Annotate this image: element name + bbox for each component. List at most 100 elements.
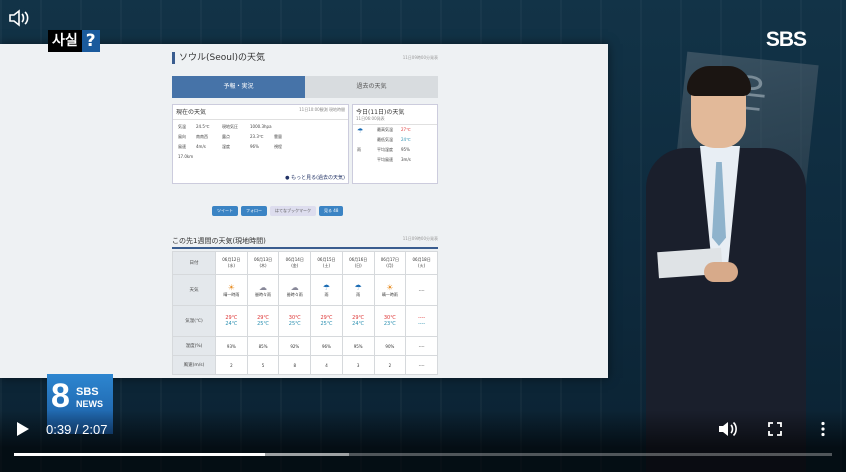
today-heading-text: 今日(11日)の天気: [356, 109, 405, 116]
anchor-hair: [687, 66, 751, 96]
table-row-weather: 天気 ☀ 晴一時雨 ☁ 曇時々雨 ☁ 曇時々雨 ☂ 雨 ☂ 雨 ☀ 晴一時雨 ----: [172, 274, 438, 306]
date-cell: 06月15日 (土): [310, 251, 343, 275]
date-text: 06月13日: [253, 257, 273, 262]
sun-icon: ☀: [227, 282, 235, 292]
anchor-hand: [704, 262, 738, 282]
volume-icon[interactable]: [718, 420, 738, 438]
weather-cell: ☁ 曇時々雨: [246, 274, 280, 306]
wind-value: 2: [230, 362, 233, 368]
current-cell: 風向: [178, 134, 186, 139]
current-heading-text: 現在の天気: [176, 109, 207, 116]
current-cell: 17.0km: [178, 154, 194, 159]
today-row-label: 平均風速: [377, 157, 393, 162]
date-cell: 06月14日 (金): [278, 251, 312, 275]
low-temp: 24℃: [352, 321, 365, 327]
current-cell: 視程: [274, 144, 282, 149]
progress-played: [14, 453, 266, 456]
wind-cell: 5: [246, 355, 280, 375]
temperature-cell: 29℃ 25℃: [246, 305, 280, 337]
humidity-cell: ----: [405, 336, 438, 356]
humidity-value: 90%: [385, 343, 395, 349]
wind-value: 8: [293, 362, 297, 368]
date-text: 06月14日: [285, 257, 304, 262]
share-button: はてなブックマーク: [270, 206, 316, 216]
week-forecast-title: この先1週間の天気(現地時間) 11日09時00分発表: [172, 236, 438, 249]
date-text: 06月15日: [317, 257, 336, 262]
sun-icon: ☀: [386, 282, 394, 292]
wind-value: 4: [325, 362, 328, 368]
day-of-week: (土): [322, 263, 331, 268]
day-of-week: (水): [227, 263, 235, 268]
page-title-text: ソウル(Seoul)の天気: [179, 53, 265, 63]
humidity-value: 85%: [258, 343, 268, 349]
current-cell: 24.5℃: [196, 124, 210, 129]
more-past-weather-link: ● もっと見る(過去の天気): [285, 175, 345, 181]
day-of-week: (金): [291, 263, 299, 268]
today-weather-text: 雨: [357, 147, 361, 152]
current-weather-section: 現在の天気 11日10:00観測 現地時間 気温 24.5℃ 現地気圧 1000.3h…: [172, 104, 438, 184]
more-options-icon[interactable]: [818, 421, 828, 437]
wind-cell: 3: [341, 355, 375, 375]
wind-value: 3: [356, 362, 360, 368]
wind-cell: 8: [278, 355, 312, 375]
current-cell: [274, 124, 304, 130]
date-cell: 06月17日 (月): [373, 251, 407, 275]
label-wind: 風速(m/s): [172, 355, 216, 375]
humidity-cell: 96%: [310, 336, 343, 356]
today-row-value: 3m/s: [401, 157, 411, 162]
muted-volume-icon[interactable]: [8, 8, 32, 28]
weather-cell: ☂ 雨: [310, 274, 343, 306]
current-cell: 気温: [178, 124, 186, 129]
day-of-week: (木): [259, 263, 267, 268]
day-of-week: (日): [354, 263, 362, 268]
date-text: 06月12日: [222, 257, 241, 262]
temperature-cell: 29℃ 24℃: [215, 305, 248, 337]
table-row-date: 日付 06月12日 (水) 06月13日 (木) 06月14日 (金) 06月15日 (土) 06…: [172, 251, 438, 275]
today-row-value: 27℃: [401, 127, 411, 132]
today-weather-box: 今日(11日)の天気 11日06:00発表 ☂ 雨 最高気温 27℃ 最低気温 24℃ 平均…: [352, 104, 438, 184]
table-row-temperature: 気温(℃) 29℃ 24℃ 29℃ 25℃ 30℃ 25℃ 29℃ 25℃ 29℃ 24℃ 30℃ 23…: [172, 305, 438, 337]
current-heading: 現在の天気 11日10:00観測 現地時間: [173, 105, 348, 120]
wind-value: ----: [418, 362, 425, 368]
page-title: ソウル(Seoul)の天気 11日09時00分発表: [172, 52, 438, 64]
share-button: ツイート: [212, 206, 238, 216]
sbs-channel-logo: SBS: [765, 28, 807, 51]
temperature-cell: ---- ----: [405, 305, 438, 337]
play-icon[interactable]: [16, 421, 30, 437]
current-weather-grid: 気温 24.5℃ 現地気圧 1000.3hpa 風向 南南西 露点 23.3℃ 雲量 風速 4m/s…: [173, 120, 348, 163]
wind-value: 5: [261, 362, 265, 368]
date-text: 06月18日: [412, 257, 431, 262]
current-stamp: 11日10:00観測 現地時間: [299, 107, 345, 112]
humidity-cell: 93%: [215, 336, 248, 356]
umbrella-icon: ☂: [357, 127, 364, 135]
humidity-value: ----: [418, 343, 425, 349]
label-date: 日付: [172, 251, 216, 275]
low-temp: 24℃: [225, 321, 238, 327]
weather-cell: ☀ 晴一時雨: [373, 274, 407, 306]
week-title-text: この先1週間の天気(現地時間): [172, 237, 266, 245]
progress-bar[interactable]: [14, 453, 832, 456]
day-of-week: (月): [386, 263, 394, 268]
tab-forecast: 予報・実況: [172, 76, 305, 98]
current-weather-box: 現在の天気 11日10:00観測 現地時間 気温 24.5℃ 現地気圧 1000.3h…: [172, 104, 349, 184]
time-display: 0:39 / 2:07: [46, 422, 108, 437]
wind-cell: 4: [310, 355, 343, 375]
low-temp: 25℃: [257, 321, 270, 327]
today-row-label: 最高気温: [377, 127, 393, 132]
video-player[interactable]: 실은 ソウル(Seoul)の天気 11日09時00分発表 予報・実況 過去の天気…: [0, 0, 846, 472]
humidity-cell: 92%: [278, 336, 312, 356]
date-cell: 06月13日 (木): [246, 251, 280, 275]
temperature-cell: 29℃ 24℃: [341, 305, 375, 337]
week-stamp: 11日09時00分発表: [402, 236, 438, 241]
today-row-label: 平均湿度: [377, 147, 393, 152]
temperature-cell: 30℃ 25℃: [278, 305, 312, 337]
weather-text: ----: [418, 287, 425, 293]
today-row-value: 24℃: [401, 137, 411, 142]
wind-cell: ----: [405, 355, 438, 375]
weather-webpage-screen: ソウル(Seoul)の天気 11日09時00分発表 予報・実況 過去の天気 現在…: [0, 44, 608, 378]
fullscreen-icon[interactable]: [768, 422, 782, 436]
date-text: 06月16日: [349, 257, 368, 262]
weather-page-content: ソウル(Seoul)の天気 11日09時00分発表 予報・実況 過去の天気 現在…: [172, 52, 438, 184]
page-title-stamp: 11日09時00分発表: [402, 55, 438, 60]
cloud-icon: ☁: [290, 282, 299, 292]
